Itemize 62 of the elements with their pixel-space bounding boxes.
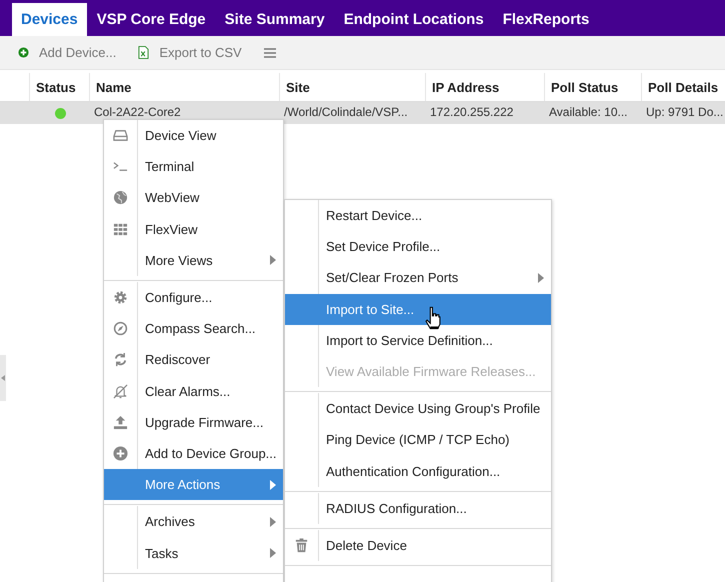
menu-item[interactable]: Delete Device [285,530,551,562]
add-device-button[interactable]: Add Device... [14,42,120,63]
menu-item[interactable]: Upgrade Firmware... [104,406,283,438]
table-cell-text: /World/Colindale/VSP... [283,104,409,121]
tab[interactable]: Endpoint Locations [334,3,493,36]
tab[interactable]: Site Summary [216,3,334,36]
grid-icon [113,222,128,237]
menu-item[interactable]: Import to Site... [285,294,551,325]
trash-icon [294,538,309,553]
menu-item[interactable]: More Actions [104,469,283,500]
compass-icon [113,321,128,336]
menu-item[interactable]: Terminal [104,151,283,182]
tab[interactable]: Devices [12,3,87,36]
table-cell-text: Col-2A22-Core2 [93,104,182,121]
menu-item[interactable]: Ping Device (ICMP / TCP Echo) [285,424,551,456]
table-cell-text: Available: 10... [548,104,628,121]
menu-item[interactable]: Set Device Profile... [285,231,551,262]
menu-item[interactable]: Clear Alarms... [104,376,283,407]
settings-icon [113,290,128,306]
column-header[interactable]: Site [280,73,426,101]
hand-cursor-icon [425,306,442,330]
status-dot [54,108,66,118]
menu-item[interactable]: FlexView [104,214,283,245]
menu-item[interactable]: WebView [104,182,283,214]
table-cell-text: 172.20.255.222 [429,104,514,121]
plus-icon [18,46,29,59]
menu-icon [264,48,276,58]
column-header[interactable]: Poll Details [642,73,725,101]
menu-item[interactable]: Restart Device... [285,200,551,232]
tab[interactable]: FlexReports [494,3,598,36]
upload-icon [113,414,128,430]
refresh-icon [113,352,128,368]
menu-item[interactable]: Rediscover [104,344,283,376]
left-arrow-icon [1,375,5,381]
column-header[interactable]: Name [90,73,280,101]
submenu-arrow-icon [270,516,276,527]
menu-item[interactable]: Archives [104,506,283,538]
spreadsheet-icon [138,46,150,59]
bell-off-icon [113,384,128,399]
column-header[interactable]: Status [30,73,90,101]
submenu-arrow-icon [270,548,276,558]
submenu-arrow-icon [538,272,544,283]
submenu-arrow-icon [270,480,276,490]
menu-item[interactable]: Compass Search... [104,313,283,344]
tab[interactable]: VSP Core Edge [88,3,215,36]
menu-item[interactable]: Tasks [104,537,283,569]
submenu-arrow-icon [270,255,276,266]
menu-item[interactable]: Import to Service Definition... [285,324,551,356]
export-button[interactable]: Export to CSV [134,42,246,63]
menu-item[interactable]: Contact Device Using Group's Profile [285,393,551,424]
collapse-handle[interactable] [0,355,6,401]
column-header[interactable]: IP Address [426,73,545,101]
menu-item[interactable]: More Views [104,244,283,276]
drive-icon [113,128,128,144]
menu-item[interactable]: Configure... [104,282,283,314]
plus-icon [113,446,128,461]
column-header[interactable]: Poll Status [545,73,642,101]
table-cell-text: Up: 9791 Do... [645,104,724,121]
menu-item[interactable]: Authentication Configuration... [285,456,551,487]
globe-icon [113,190,128,206]
menu-item[interactable]: RADIUS Configuration... [285,492,551,524]
table-row[interactable]: Col-2A22-Core2 /World/Colindale/VSP... 172.20.255.222 Available: 10... Up: 9791 Do... [0,102,725,124]
